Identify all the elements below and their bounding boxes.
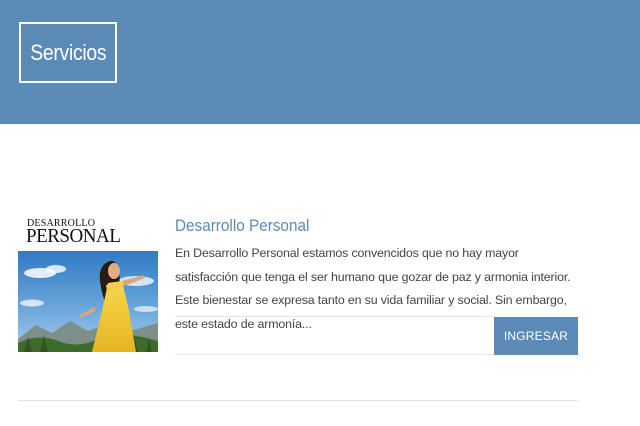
section-divider <box>18 400 578 401</box>
page-title-box: Servicios <box>19 22 117 83</box>
service-photo <box>18 251 158 352</box>
page-title: Servicios <box>29 39 107 65</box>
divider <box>175 316 495 317</box>
service-logo: DESARROLLO PERSONAL <box>18 214 158 251</box>
service-title[interactable]: Desarrollo Personal <box>175 216 309 236</box>
divider <box>175 354 495 355</box>
page-header: Servicios <box>0 0 640 124</box>
ingresar-button[interactable]: INGRESAR <box>494 317 578 355</box>
logo-line-big: PERSONAL <box>26 225 121 247</box>
service-image[interactable]: DESARROLLO PERSONAL <box>18 214 158 352</box>
